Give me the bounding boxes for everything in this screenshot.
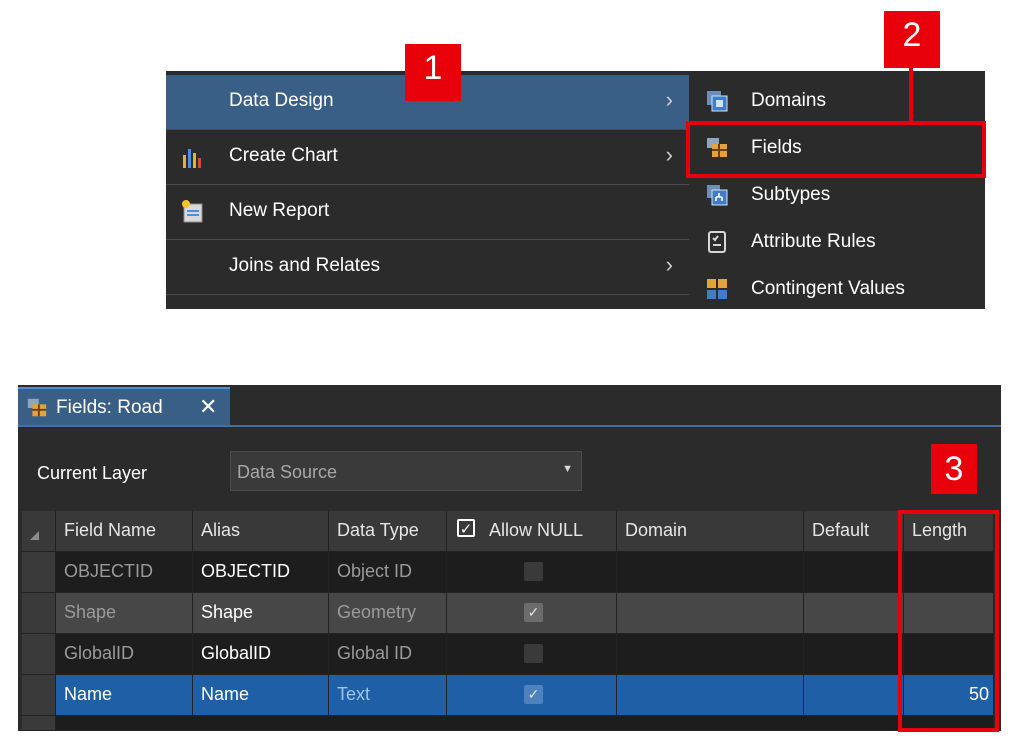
domain-cell[interactable] (617, 675, 804, 716)
data-type-cell[interactable]: Text (329, 675, 447, 716)
alias-cell[interactable]: OBJECTID (193, 552, 329, 593)
chevron-down-icon: ▼ (562, 463, 573, 475)
field-name-cell[interactable]: GlobalID (56, 634, 193, 675)
default-cell[interactable] (804, 552, 904, 593)
column-header-default[interactable]: Default (804, 511, 904, 552)
column-header-field-name[interactable]: Field Name (56, 511, 193, 552)
default-cell[interactable] (804, 634, 904, 675)
row-selector[interactable] (22, 552, 56, 593)
submenu-item-contingent-values[interactable]: Contingent Values (689, 267, 985, 313)
tab-fields-road[interactable]: Fields: Road ✕ (18, 387, 230, 427)
contingent-values-icon (707, 279, 727, 299)
column-header-domain[interactable]: Domain (617, 511, 804, 552)
select-all-corner[interactable] (22, 511, 56, 552)
domain-cell[interactable] (617, 552, 804, 593)
alias-cell[interactable]: Name (193, 675, 329, 716)
current-layer-label: Current Layer (37, 463, 148, 483)
callout-1: 1 (405, 44, 461, 101)
data-type-cell[interactable]: Geometry (329, 593, 447, 634)
submenu-item-attribute-rules[interactable]: Attribute Rules (689, 220, 985, 266)
allow-null-checkbox[interactable]: ✓ (524, 685, 543, 704)
row-selector[interactable] (22, 593, 56, 634)
bar-chart-icon (183, 149, 201, 168)
column-header-label: Allow NULL (489, 520, 584, 540)
row-selector[interactable] (22, 716, 56, 731)
submenu-item-subtypes[interactable]: Subtypes (689, 173, 985, 219)
menu-divider (166, 294, 693, 295)
fields-view: Fields: Road ✕ Current Layer Data Source… (18, 385, 1001, 731)
tab-underline (18, 425, 1001, 427)
current-layer-dropdown[interactable]: Data Source ▼ (230, 451, 582, 491)
corner-triangle-icon (30, 531, 39, 540)
menu-item-new-report[interactable]: New Report (166, 185, 693, 239)
row-selector[interactable] (22, 634, 56, 675)
allow-null-header-checkbox[interactable]: ✓ (457, 519, 475, 538)
submenu-item-domains[interactable]: Domains (689, 79, 985, 125)
allow-null-cell (447, 552, 617, 593)
allow-null-cell: ✓ (447, 593, 617, 634)
data-type-cell[interactable]: Global ID (329, 634, 447, 675)
allow-null-cell: ✓ (447, 675, 617, 716)
field-name-cell[interactable]: Name (56, 675, 193, 716)
chevron-right-icon: › (665, 142, 673, 167)
menu-item-create-chart[interactable]: Create Chart › (166, 130, 693, 184)
alias-cell[interactable]: GlobalID (193, 634, 329, 675)
callout-2: 2 (884, 11, 940, 68)
column-header-alias[interactable]: Alias (193, 511, 329, 552)
alias-cell[interactable]: Shape (193, 593, 329, 634)
menu-item-label: Create Chart (229, 145, 338, 166)
submenu-item-label: Attribute Rules (751, 231, 876, 252)
data-type-cell[interactable]: Object ID (329, 552, 447, 593)
callout-2-leader (909, 66, 913, 122)
data-design-submenu: Domains Fields Subtypes Attribute Rules (689, 71, 985, 309)
menu-item-label: New Report (229, 200, 330, 221)
length-column-highlight-box (898, 510, 999, 732)
submenu-item-label: Contingent Values (751, 278, 905, 299)
submenu-item-label: Domains (751, 90, 826, 111)
field-name-cell[interactable]: Shape (56, 593, 193, 634)
allow-null-checkbox[interactable] (524, 644, 543, 663)
attribute-rules-icon (708, 231, 726, 253)
allow-null-cell (447, 634, 617, 675)
allow-null-checkbox[interactable] (524, 562, 543, 581)
chevron-right-icon: › (665, 87, 673, 112)
menu-item-joins-and-relates[interactable]: Joins and Relates › (166, 240, 693, 294)
close-icon[interactable]: ✕ (199, 394, 217, 420)
column-header-allow-null[interactable]: ✓ Allow NULL (447, 511, 617, 552)
domain-cell[interactable] (617, 593, 804, 634)
callout-3: 3 (931, 444, 977, 494)
report-icon (182, 200, 203, 223)
field-name-cell[interactable]: OBJECTID (56, 552, 193, 593)
menu-item-label: Data Design (229, 90, 334, 111)
default-cell[interactable] (804, 675, 904, 716)
domain-cell[interactable] (617, 634, 804, 675)
dropdown-value: Data Source (237, 462, 338, 482)
fields-highlight-box (686, 121, 986, 178)
row-selector[interactable] (22, 675, 56, 716)
default-cell[interactable] (804, 593, 904, 634)
context-menu: Data Design › Create Chart › New Report … (166, 71, 693, 309)
submenu-item-label: Subtypes (751, 184, 831, 205)
new-row[interactable] (56, 716, 994, 731)
column-header-data-type[interactable]: Data Type (329, 511, 447, 552)
allow-null-checkbox[interactable]: ✓ (524, 603, 543, 622)
chevron-right-icon: › (665, 252, 673, 277)
menu-item-label: Joins and Relates (229, 255, 381, 276)
fields-icon (27, 398, 47, 417)
subtypes-icon (707, 185, 728, 206)
domains-icon (707, 91, 728, 112)
fields-table: Field Name Alias Data Type ✓ Allow NULL … (22, 511, 994, 731)
tab-label: Fields: Road (56, 397, 163, 418)
